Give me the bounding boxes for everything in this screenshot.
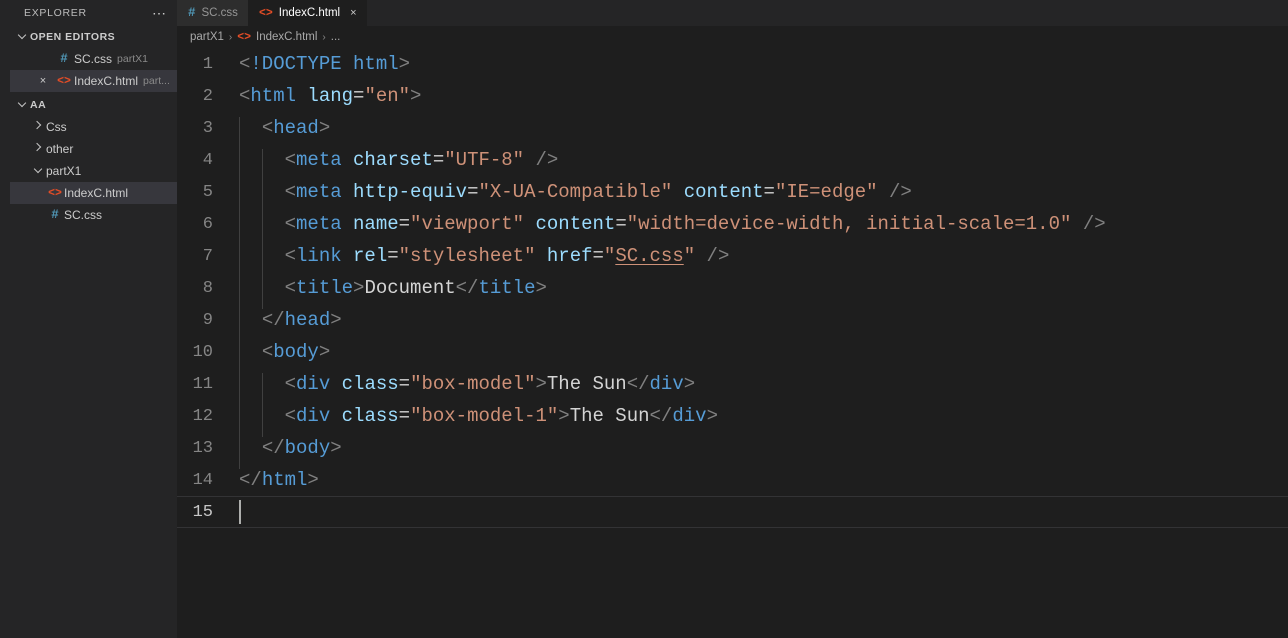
editor-group: # SC.css <> IndexC.html × partX1 › <> In…: [177, 0, 1288, 638]
tree-item-label: Css: [46, 120, 67, 134]
code-line-15[interactable]: 15: [177, 496, 1288, 528]
code-line-6[interactable]: 6 <meta name="viewport" content="width=d…: [177, 208, 1288, 245]
code-line-1[interactable]: 1 <!DOCTYPE html>: [177, 48, 1288, 80]
line-number: 15: [192, 502, 213, 522]
tab-label: SC.css: [201, 7, 238, 19]
line-content: <head>: [239, 117, 1288, 149]
explorer-sidebar: EXPLORER ⋯ OPEN EDITORS # SC.css partX1 …: [10, 0, 177, 638]
breadcrumb-item-folder[interactable]: partX1: [190, 31, 224, 43]
more-actions-icon[interactable]: ⋯: [152, 6, 167, 20]
line-number: 12: [192, 406, 213, 426]
close-icon[interactable]: ×: [350, 7, 356, 19]
line-number: 6: [202, 214, 213, 234]
breadcrumb: partX1 › <> IndexC.html › ...: [177, 26, 1288, 48]
close-icon[interactable]: ×: [32, 75, 54, 87]
line-content: </body>: [239, 437, 1288, 469]
line-content: </head>: [239, 309, 1288, 341]
line-content: <!DOCTYPE html>: [239, 53, 411, 75]
code-line-12[interactable]: 12 <div class="box-model-1">The Sun</div…: [177, 400, 1288, 437]
code-line-14[interactable]: 14 </html>: [177, 464, 1288, 496]
line-content: <div class="box-model-1">The Sun</div>: [239, 405, 1288, 437]
explorer-title: EXPLORER: [24, 7, 87, 19]
line-number: 14: [192, 470, 213, 490]
line-number: 10: [192, 342, 213, 362]
line-number: 8: [202, 278, 213, 298]
open-editor-description: part...: [143, 75, 170, 87]
open-editor-name: SC.css: [74, 52, 113, 66]
tree-file-sc-css[interactable]: # SC.css: [10, 204, 177, 226]
code-line-9[interactable]: 9 </head>: [177, 304, 1288, 341]
tree-item-label: partX1: [46, 164, 82, 178]
tree-folder-css[interactable]: Css: [10, 116, 177, 138]
open-editor-item-sc-css[interactable]: # SC.css partX1: [10, 48, 177, 70]
tab-sc-css[interactable]: # SC.css: [177, 0, 248, 26]
code-line-7[interactable]: 7 <link rel="stylesheet" href="SC.css" /…: [177, 240, 1288, 277]
line-content: <meta http-equiv="X-UA-Compatible" conte…: [239, 181, 1288, 213]
css-file-icon: #: [60, 52, 68, 66]
chevron-down-icon: [14, 31, 30, 43]
html-file-icon: <>: [258, 6, 273, 20]
code-line-8[interactable]: 8 <title>Document</title>: [177, 272, 1288, 309]
line-content: <meta name="viewport" content="width=dev…: [239, 213, 1288, 245]
code-line-5[interactable]: 5 <meta http-equiv="X-UA-Compatible" con…: [177, 176, 1288, 213]
tree-folder-other[interactable]: other: [10, 138, 177, 160]
breadcrumb-item-file[interactable]: IndexC.html: [256, 31, 317, 43]
line-number: 11: [192, 374, 213, 394]
workspace-section-header[interactable]: AA: [10, 94, 177, 116]
breadcrumb-item-symbols[interactable]: ...: [331, 31, 341, 43]
chevron-right-icon: ›: [322, 31, 326, 43]
line-content: <meta charset="UTF-8" />: [239, 149, 1288, 181]
open-editors-section-header[interactable]: OPEN EDITORS: [10, 26, 177, 48]
line-content: <div class="box-model">The Sun</div>: [239, 373, 1288, 405]
html-file-icon: <>: [237, 30, 252, 44]
code-line-2[interactable]: 2 <html lang="en">: [177, 80, 1288, 112]
tab-label: IndexC.html: [278, 7, 341, 19]
chevron-right-icon: [30, 143, 46, 155]
line-number: 1: [202, 54, 213, 74]
css-file-icon: #: [51, 208, 59, 222]
line-number: 13: [192, 438, 213, 458]
chevron-down-icon: [14, 99, 30, 111]
code-line-3[interactable]: 3 <head>: [177, 112, 1288, 149]
open-editor-description: partX1: [117, 53, 148, 65]
line-content: </html>: [239, 469, 319, 491]
code-line-11[interactable]: 11 <div class="box-model">The Sun</div>: [177, 368, 1288, 405]
line-content: [239, 500, 1288, 524]
code-editor[interactable]: 1 <!DOCTYPE html> 2 <html lang="en"> 3 <…: [177, 48, 1288, 638]
tree-folder-partx1[interactable]: partX1: [10, 160, 177, 182]
css-file-icon: #: [188, 6, 196, 20]
line-content: <title>Document</title>: [239, 277, 1288, 309]
open-editor-item-indexc-html[interactable]: × <> IndexC.html part...: [10, 70, 177, 92]
line-content: <html lang="en">: [239, 85, 422, 107]
line-content: <body>: [239, 341, 1288, 373]
tree-item-label: SC.css: [64, 208, 103, 222]
html-file-icon: <>: [57, 74, 71, 88]
line-number: 5: [202, 182, 213, 202]
code-line-10[interactable]: 10 <body>: [177, 336, 1288, 373]
explorer-header: EXPLORER ⋯: [10, 0, 177, 26]
activity-bar: [0, 0, 10, 638]
line-number: 9: [202, 310, 213, 330]
line-content: <link rel="stylesheet" href="SC.css" />: [239, 245, 1288, 277]
line-number: 4: [202, 150, 213, 170]
code-line-4[interactable]: 4 <meta charset="UTF-8" />: [177, 144, 1288, 181]
text-cursor: [239, 500, 241, 524]
line-number: 3: [202, 118, 213, 138]
vscode-window: EXPLORER ⋯ OPEN EDITORS # SC.css partX1 …: [0, 0, 1288, 638]
tree-item-label: IndexC.html: [64, 186, 129, 200]
chevron-right-icon: ›: [228, 31, 233, 43]
html-file-icon: <>: [48, 186, 62, 200]
tab-indexc-html[interactable]: <> IndexC.html ×: [247, 0, 367, 26]
chevron-down-icon: [30, 165, 46, 177]
open-editor-name: IndexC.html: [74, 74, 139, 88]
code-line-13[interactable]: 13 </body>: [177, 432, 1288, 469]
tree-item-label: other: [46, 142, 74, 156]
editor-tab-bar: # SC.css <> IndexC.html ×: [177, 0, 1288, 26]
line-number: 7: [202, 246, 213, 266]
tree-file-indexc-html[interactable]: <> IndexC.html: [10, 182, 177, 204]
open-editors-label: OPEN EDITORS: [30, 31, 116, 43]
chevron-right-icon: [30, 121, 46, 133]
workspace-label: AA: [30, 99, 47, 111]
line-number: 2: [202, 86, 213, 106]
